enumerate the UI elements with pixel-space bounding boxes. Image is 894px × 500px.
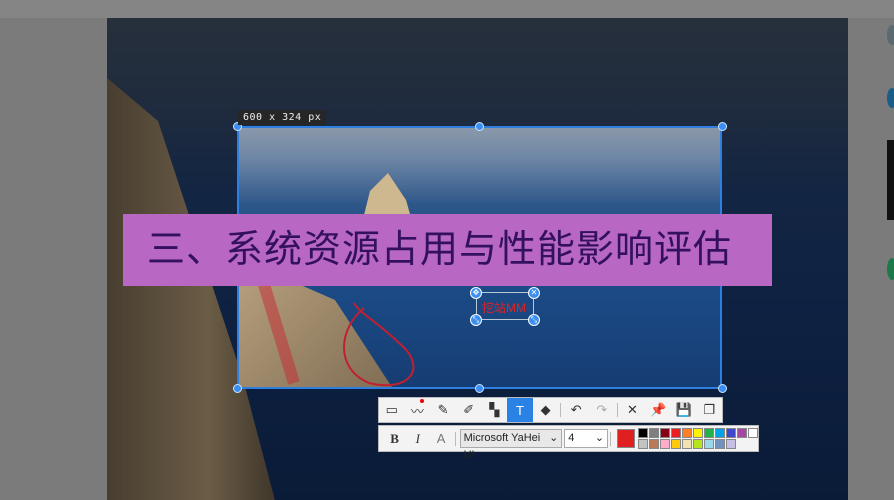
side-icon — [887, 25, 894, 45]
resize-handle[interactable] — [718, 384, 727, 393]
side-icon — [887, 258, 894, 280]
color-palette — [638, 428, 758, 449]
undo-icon: ↶ — [570, 402, 582, 417]
mosaic-tool-button[interactable]: ▚ — [482, 398, 508, 422]
color-swatch[interactable] — [715, 439, 725, 449]
separator — [454, 431, 456, 446]
bold-button[interactable]: B — [383, 427, 406, 451]
font-size-select[interactable]: 4 ⌄ — [564, 429, 609, 448]
close-icon: ✕ — [626, 402, 638, 417]
resize-handle-icon[interactable]: ⤡ — [470, 314, 482, 326]
chevron-down-icon: ⌄ — [549, 432, 559, 444]
color-swatch[interactable] — [737, 428, 747, 438]
move-handle-icon[interactable]: ✥ — [470, 287, 482, 299]
color-swatch[interactable] — [671, 428, 681, 438]
annotation-text[interactable]: 挖站MM — [482, 299, 526, 316]
current-color-swatch[interactable] — [616, 429, 635, 448]
marker-tool-button[interactable]: ✐ — [456, 398, 482, 422]
pencil-tool-button[interactable]: ✎ — [430, 398, 456, 422]
color-swatch[interactable] — [649, 428, 659, 438]
color-swatch[interactable] — [671, 439, 681, 449]
top-bar — [0, 0, 894, 18]
color-swatch[interactable] — [693, 439, 703, 449]
color-swatch[interactable] — [693, 428, 703, 438]
separator — [616, 403, 618, 417]
font-select[interactable]: Microsoft YaHei UI ⌄ — [459, 429, 563, 461]
separator — [560, 403, 562, 417]
side-thumbnail — [887, 140, 894, 220]
color-swatch[interactable] — [726, 439, 736, 449]
italic-button[interactable]: I — [406, 427, 429, 451]
eraser-tool-button[interactable]: ◆ — [533, 398, 559, 422]
color-swatch[interactable] — [682, 439, 692, 449]
color-swatch[interactable] — [649, 439, 659, 449]
pin-button[interactable]: 📌 — [645, 398, 671, 422]
save-icon: 💾 — [675, 402, 692, 417]
polyline-tool-button[interactable]: 〰 — [405, 398, 431, 422]
text-options-toolbar: B I A Microsoft YaHei UI ⌄ 4 ⌄ — [378, 425, 759, 461]
color-swatch[interactable] — [704, 439, 714, 449]
color-swatch[interactable] — [682, 428, 692, 438]
font-value: Microsoft YaHei UI — [463, 432, 541, 461]
size-label: 600 x 324 px — [238, 110, 327, 125]
mosaic-tool-icon: ▚ — [489, 402, 500, 417]
color-swatch[interactable] — [660, 428, 670, 438]
rectangle-tool-icon: ▭ — [385, 402, 398, 417]
pencil-tool-icon: ✎ — [437, 402, 449, 417]
color-swatch[interactable] — [704, 428, 714, 438]
outline-button[interactable]: A — [429, 427, 452, 451]
close-button[interactable]: ✕ — [620, 398, 646, 422]
resize-handle[interactable] — [475, 122, 484, 131]
annotation-toolbar: ▭ 〰 ✎ ✐ ▚ T ◆ ↶ ↷ ✕ 📌 💾 ❐ — [378, 397, 723, 423]
chevron-down-icon: ⌄ — [594, 432, 605, 444]
save-button[interactable]: 💾 — [671, 398, 697, 422]
copy-icon: ❐ — [703, 402, 716, 417]
marker-tool-icon: ✐ — [463, 402, 475, 417]
redo-button[interactable]: ↷ — [589, 398, 615, 422]
color-swatch[interactable] — [715, 428, 725, 438]
undo-button[interactable]: ↶ — [563, 398, 589, 422]
side-icon — [887, 88, 894, 108]
copy-button[interactable]: ❐ — [696, 398, 722, 422]
resize-handle[interactable] — [233, 384, 242, 393]
redo-icon: ↷ — [596, 402, 608, 417]
text-annotation[interactable]: 挖站MM — [476, 292, 534, 320]
color-swatch[interactable] — [638, 428, 648, 438]
resize-handle[interactable] — [718, 122, 727, 131]
color-swatch[interactable] — [726, 428, 736, 438]
text-tool-icon: T — [515, 402, 524, 418]
color-swatch[interactable] — [638, 439, 648, 449]
resize-handle-icon[interactable]: ⤡ — [528, 314, 540, 326]
polyline-tool-icon: 〰 — [410, 403, 424, 419]
font-size-value: 4 — [568, 432, 575, 444]
separator — [610, 431, 611, 446]
rectangle-tool-button[interactable]: ▭ — [379, 398, 405, 422]
overlay-heading: 三、系统资源占用与性能影响评估 — [123, 214, 772, 286]
color-swatch[interactable] — [660, 439, 670, 449]
eraser-tool-icon: ◆ — [540, 402, 551, 417]
color-swatch[interactable] — [748, 428, 758, 438]
delete-handle-icon[interactable]: ✕ — [528, 287, 540, 299]
pin-icon: 📌 — [649, 402, 667, 417]
resize-handle[interactable] — [475, 384, 484, 393]
text-tool-button[interactable]: T — [507, 398, 533, 422]
